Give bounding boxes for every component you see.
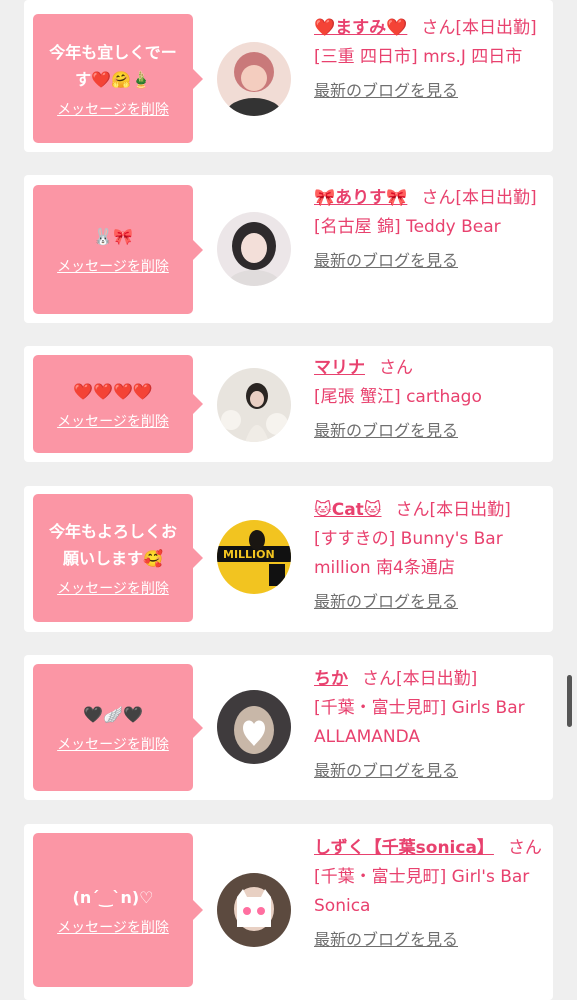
cast-info: マリナ さん [尾張 蟹江] carthago 最新のブログを見る	[314, 354, 546, 445]
status-text: [本日出勤]	[455, 188, 537, 208]
avatar[interactable]	[217, 690, 291, 764]
scrollbar[interactable]	[567, 675, 572, 727]
cast-name-link[interactable]: マリナ	[314, 358, 365, 378]
shop-label: [尾張 蟹江] carthago	[314, 387, 482, 407]
honorific: さん	[421, 188, 456, 208]
latest-blog-link[interactable]: 最新のブログを見る	[314, 756, 546, 785]
delete-message-link[interactable]: メッセージを削除	[57, 578, 169, 598]
message-text: 今年もよろしくお 願いします🥰	[48, 522, 177, 568]
avatar[interactable]	[217, 42, 291, 116]
svg-text:MILLION: MILLION	[223, 548, 275, 561]
cast-card: 🖤🪽🖤 メッセージを削除 ちか さん[本日出勤] [千葉・富士見町] Girls …	[24, 655, 553, 800]
cast-info: 🐱Cat🐱 さん[本日出勤] [すすきの] Bunny's Bar million…	[314, 496, 546, 616]
shop-label: [すすきの] Bunny's Bar million 南4条通店	[314, 529, 503, 578]
avatar[interactable]	[217, 212, 291, 286]
status-text: [本日出勤]	[455, 18, 537, 38]
delete-message-link[interactable]: メッセージを削除	[57, 411, 169, 431]
cast-info: ちか さん[本日出勤] [千葉・富士見町] Girls Bar ALLAMANDA…	[314, 665, 546, 785]
cast-card: (n´‿`n)♡ メッセージを削除 しずく【千葉sonica】 さん [千葉・富士…	[24, 824, 553, 1000]
honorific: さん	[421, 18, 456, 38]
delete-message-link[interactable]: メッセージを削除	[57, 734, 169, 754]
message-text: 🖤🪽🖤	[83, 705, 143, 724]
message-bubble: 🖤🪽🖤 メッセージを削除	[33, 664, 203, 791]
cast-card: 🐰🎀 メッセージを削除 🎀ありす🎀 さん[本日出勤] [名古屋 錦] Teddy …	[24, 175, 553, 323]
delete-message-link[interactable]: メッセージを削除	[57, 917, 169, 937]
cast-name-link[interactable]: 🎀ありす🎀	[314, 188, 407, 208]
message-bubble: (n´‿`n)♡ メッセージを削除	[33, 833, 203, 987]
shop-label: [三重 四日市] mrs.J 四日市	[314, 47, 523, 67]
cast-info: しずく【千葉sonica】 さん [千葉・富士見町] Girl's Bar Son…	[314, 834, 546, 954]
message-text: (n´‿`n)♡	[72, 887, 154, 907]
cast-name-link[interactable]: ❤️ますみ❤️	[314, 18, 407, 38]
avatar[interactable]	[217, 873, 291, 947]
message-bubble: 🐰🎀 メッセージを削除	[33, 185, 203, 314]
cast-name-link[interactable]: 🐱Cat🐱	[314, 500, 382, 520]
honorific: さん	[395, 500, 430, 520]
honorific: さん	[507, 838, 542, 858]
status-text: [本日出勤]	[429, 500, 511, 520]
message-text: 🐰🎀	[93, 227, 133, 246]
cast-card: 今年もよろしくお 願いします🥰 メッセージを削除 MILLION 🐱Cat🐱 さん…	[24, 486, 553, 632]
shop-label: [名古屋 錦] Teddy Bear	[314, 217, 501, 237]
delete-message-link[interactable]: メッセージを削除	[57, 256, 169, 276]
shop-label: [千葉・富士見町] Girls Bar ALLAMANDA	[314, 698, 525, 747]
message-bubble: ❤️❤️❤️❤️ メッセージを削除	[33, 355, 203, 453]
avatar[interactable]: MILLION	[217, 520, 291, 594]
cast-card: 今年も宜しくでー す❤️🤗🎍 メッセージを削除 ❤️ますみ❤️ さん[本日出勤] …	[24, 0, 553, 152]
cast-name-link[interactable]: しずく【千葉sonica】	[314, 838, 494, 858]
cast-card: ❤️❤️❤️❤️ メッセージを削除 マリナ さん [尾張 蟹江] carthago…	[24, 346, 553, 462]
message-text: 今年も宜しくでー す❤️🤗🎍	[49, 42, 177, 89]
cast-info: ❤️ますみ❤️ さん[本日出勤] [三重 四日市] mrs.J 四日市 最新のブロ…	[314, 14, 546, 105]
honorific: さん	[379, 358, 413, 378]
message-bubble: 今年も宜しくでー す❤️🤗🎍 メッセージを削除	[33, 14, 203, 143]
latest-blog-link[interactable]: 最新のブログを見る	[314, 246, 546, 275]
cast-info: 🎀ありす🎀 さん[本日出勤] [名古屋 錦] Teddy Bear 最新のブログを…	[314, 184, 546, 275]
avatar[interactable]	[217, 368, 291, 442]
latest-blog-link[interactable]: 最新のブログを見る	[314, 925, 546, 954]
status-text: [本日出勤]	[396, 669, 478, 689]
latest-blog-link[interactable]: 最新のブログを見る	[314, 76, 546, 105]
cast-name-link[interactable]: ちか	[314, 669, 348, 689]
latest-blog-link[interactable]: 最新のブログを見る	[314, 587, 546, 616]
shop-label: [千葉・富士見町] Girl's Bar Sonica	[314, 867, 530, 916]
message-text: ❤️❤️❤️❤️	[73, 381, 153, 401]
latest-blog-link[interactable]: 最新のブログを見る	[314, 416, 546, 445]
delete-message-link[interactable]: メッセージを削除	[57, 99, 169, 119]
message-bubble: 今年もよろしくお 願いします🥰 メッセージを削除	[33, 494, 203, 622]
honorific: さん	[362, 669, 396, 689]
